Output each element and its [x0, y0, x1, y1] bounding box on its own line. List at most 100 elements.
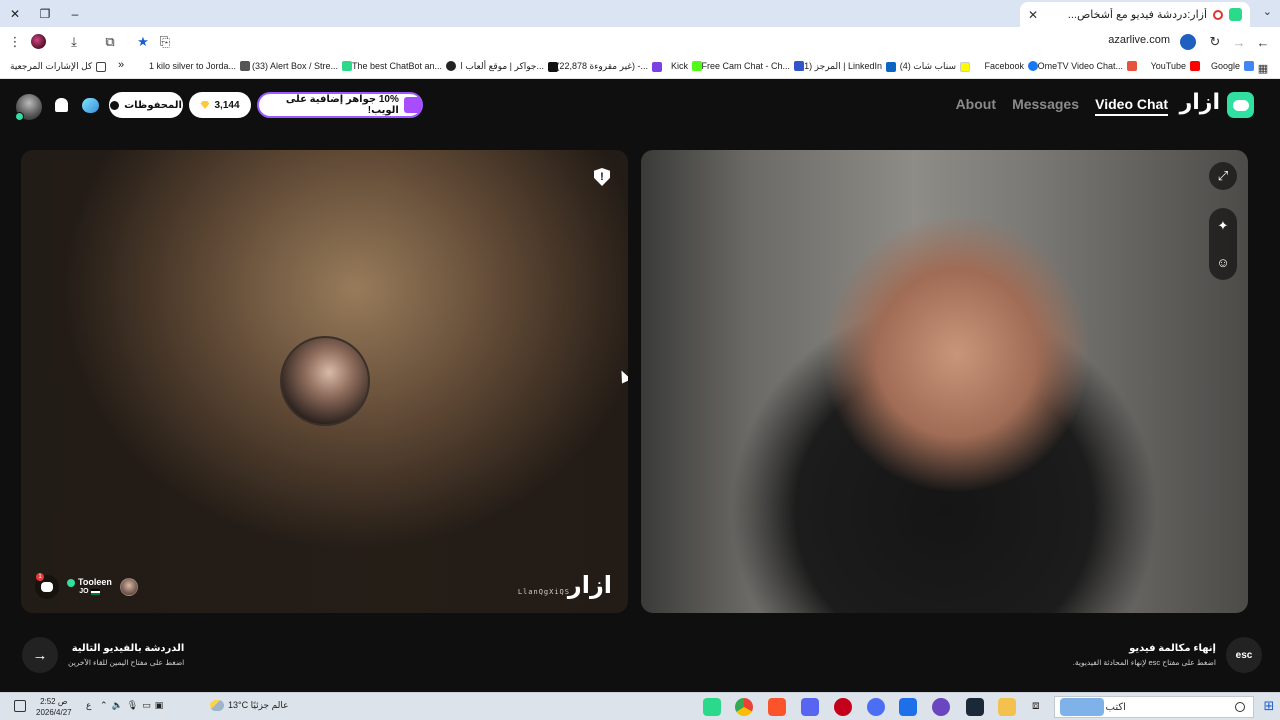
downloads-icon[interactable]: ⤓: [65, 33, 83, 51]
address-bar[interactable]: azarlive.com: [1108, 34, 1170, 46]
youtube-icon: [1190, 61, 1200, 71]
bookmark-facebook[interactable]: Facebook: [984, 61, 1038, 71]
azar-watermark: ازار: [567, 571, 612, 599]
gems-balance-button[interactable]: 3,144: [189, 92, 251, 118]
verified-icon: [67, 579, 75, 588]
recording-icon: [1213, 9, 1223, 20]
vpn-icon[interactable]: [867, 698, 885, 716]
partner-small-avatar[interactable]: [119, 578, 138, 596]
restore-window-icon[interactable]: ❐: [30, 0, 60, 27]
nav-messages[interactable]: Messages: [1012, 96, 1079, 112]
report-shield-icon[interactable]: !: [594, 168, 610, 186]
chat-button[interactable]: 1: [35, 573, 59, 599]
bookmark-label: The best ChatBot an...: [351, 61, 442, 71]
apps-grid-icon[interactable]: ▦: [1254, 59, 1272, 77]
next-arrow-button[interactable]: →: [22, 637, 58, 673]
bookmark-alertbox[interactable]: (33) Alert Box / Stre...: [252, 61, 352, 71]
task-view-icon[interactable]: ⧈: [1032, 698, 1050, 716]
app-purple-icon[interactable]: [801, 698, 819, 716]
display-icon[interactable]: ▭: [142, 700, 151, 711]
bookmark-label: كل الإشارات المرجعية: [10, 61, 93, 71]
effects-group: ✦ ☺: [1209, 208, 1237, 280]
brand-name[interactable]: ازار: [1180, 90, 1220, 115]
partner-video-panel: ! LlanQgXiQS ازار 1 Tooleen JO: [21, 150, 628, 613]
face-filter-icon[interactable]: ☺: [1209, 248, 1237, 276]
steam-icon[interactable]: [966, 698, 984, 716]
file-explorer-icon[interactable]: [998, 698, 1016, 716]
mic-icon[interactable]: 🎙: [127, 700, 138, 711]
store-icon[interactable]: [899, 698, 917, 716]
browser-tab[interactable]: أزار:دردشة فيديو مع أشخاص... ✕: [1020, 2, 1250, 27]
end-call-hint: اضغط على مفتاح esc لإنهاء المحادثة الفيد…: [1072, 658, 1216, 667]
minimize-window-icon[interactable]: –: [60, 0, 90, 27]
nav-about[interactable]: About: [956, 96, 996, 112]
streamlabs-icon: [342, 61, 352, 71]
bookmark-jawaker[interactable]: جواكر | موقع ألعاب ا...: [460, 61, 558, 72]
jordan-flag-icon: [90, 588, 100, 595]
site-info-icon[interactable]: [1180, 34, 1196, 50]
bookmark-label: Kick: [670, 61, 688, 71]
menu-kebab-icon[interactable]: ⋮: [6, 33, 24, 51]
input-language[interactable]: ع: [86, 700, 91, 711]
end-call-control: إنهاء مكالمة فيديو اضغط على مفتاح esc لإ…: [1073, 637, 1262, 673]
chrome-icon[interactable]: [735, 698, 753, 716]
bookmark-label: (4) سناب شات: [899, 61, 956, 71]
bookmark-linkedin[interactable]: (1) المرجز | LinkedIn: [801, 61, 896, 72]
extensions-icon[interactable]: ⧉: [101, 33, 119, 51]
windows-start-icon[interactable]: ⊞: [1260, 697, 1278, 715]
close-window-icon[interactable]: ✕: [0, 0, 30, 27]
bookmark-snapchat[interactable]: (4) سناب شات: [900, 61, 970, 72]
customize-icon[interactable]: ⎘: [156, 33, 174, 51]
all-bookmarks[interactable]: كل الإشارات المرجعية: [10, 61, 107, 72]
my-avatar[interactable]: [15, 94, 42, 121]
close-tab-icon[interactable]: ✕: [1028, 8, 1038, 22]
bookmark-google[interactable]: Google: [1211, 61, 1254, 71]
bookmark-mail[interactable]: (22,878 غير مقروءة) -...: [556, 61, 662, 72]
back-icon[interactable]: ←: [1254, 33, 1272, 51]
weather-icon: [210, 700, 224, 711]
tab-search-icon[interactable]: ⌄: [1263, 5, 1272, 18]
bookmark-silver[interactable]: 1 kilo silver to Jorda...: [149, 61, 250, 71]
partner-name-block[interactable]: Tooleen JO: [67, 577, 112, 596]
fullscreen-icon[interactable]: ⤢: [1209, 162, 1237, 190]
volume-icon[interactable]: 🔈: [112, 700, 123, 711]
opera-icon[interactable]: [834, 698, 852, 716]
profile-avatar[interactable]: [31, 34, 46, 49]
streamlabs-app-icon[interactable]: [703, 698, 721, 716]
partner-profile-photo: [280, 336, 370, 426]
gems-count: 3,144: [214, 99, 240, 111]
bell-icon[interactable]: [51, 95, 71, 115]
magic-wand-icon[interactable]: ✦: [1209, 212, 1237, 240]
forward-icon[interactable]: →: [1230, 33, 1248, 51]
tray-chevron-icon[interactable]: ⌃: [100, 700, 108, 711]
obs-icon[interactable]: [932, 698, 950, 716]
promo-banner-button[interactable]: 10% جواهر إضافية على الويب!: [257, 92, 423, 118]
esc-button[interactable]: esc: [1226, 637, 1262, 673]
notification-center-icon[interactable]: [14, 700, 26, 712]
bookmark-chatbot[interactable]: The best ChatBot an...: [352, 61, 456, 71]
bookmark-star-icon[interactable]: ★: [134, 33, 152, 51]
azar-logo-icon[interactable]: [1227, 92, 1254, 118]
weather-widget[interactable]: 13°C عالم جزئيًا: [210, 700, 288, 711]
next-chat-title: الدردشة بالفيديو التالية: [71, 643, 185, 654]
partner-code: LlanQgXiQS: [517, 588, 570, 596]
taskbar-clock[interactable]: 2:52 ص 2026/4/27: [36, 696, 72, 718]
chat-bubble-icon[interactable]: [80, 95, 100, 115]
browser-toolbar: ← → ↻ azarlive.com ⎘ ★ ⧉ ⤓ ⋮: [0, 27, 1280, 57]
network-icon[interactable]: ▣: [155, 700, 164, 711]
bookmarks-bar: ▦ Google YouTube OmeTV Video Chat... Fac…: [0, 57, 1280, 79]
windows-taskbar: ⊞ اكتب هنا للبحث ⧈ 13°C عالم جزئيًا ⌃ 🔈 …: [0, 692, 1280, 720]
freecam-icon: [794, 61, 804, 71]
chat-icon: [41, 582, 53, 592]
more-bookmarks-icon[interactable]: »: [118, 59, 124, 71]
bookmark-ometv[interactable]: OmeTV Video Chat...: [1038, 61, 1137, 71]
nav-video-chat[interactable]: Video Chat: [1095, 96, 1168, 116]
bookmark-kick[interactable]: Kick: [671, 61, 702, 71]
bookmark-freecam[interactable]: Free Cam Chat - Ch...: [701, 61, 804, 71]
clock-date: 2026/4/27: [36, 708, 72, 717]
bookmark-youtube[interactable]: YouTube: [1151, 61, 1200, 71]
brave-icon[interactable]: [768, 698, 786, 716]
saved-button[interactable]: المحفوظات: [109, 92, 183, 118]
report-mark: !: [600, 171, 604, 183]
reload-icon[interactable]: ↻: [1206, 33, 1224, 51]
